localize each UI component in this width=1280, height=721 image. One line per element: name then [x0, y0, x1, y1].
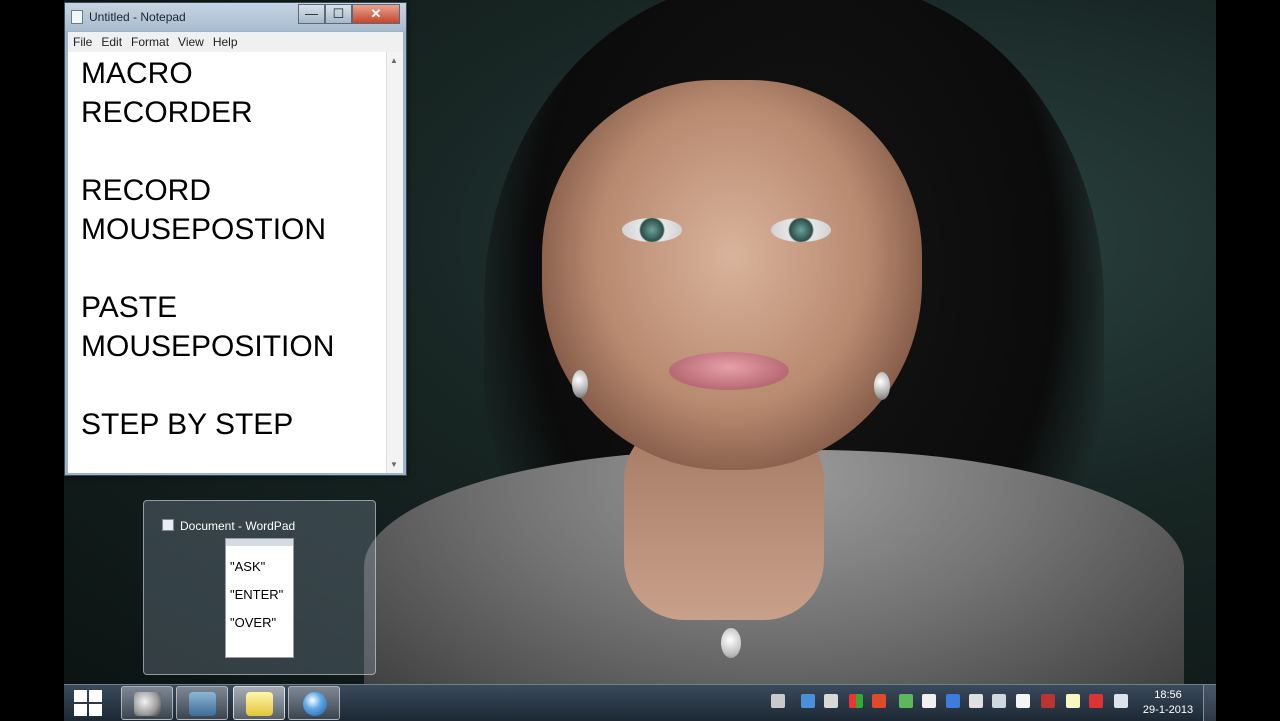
wallpaper-pendant: [721, 628, 741, 658]
tool-tray-icon[interactable]: [1041, 694, 1055, 708]
preview-line: "ENTER": [230, 587, 284, 602]
maximize-button[interactable]: ☐: [325, 4, 352, 24]
windows-logo-pane: [74, 704, 87, 716]
start-button[interactable]: [74, 690, 104, 718]
wallpaper-left-eye: [622, 218, 682, 242]
text-line: MOUSEPOSITION: [81, 330, 335, 363]
vertical-scrollbar[interactable]: ▲ ▼: [386, 52, 403, 473]
windows-explorer-icon: [189, 692, 216, 716]
menu-format[interactable]: Format: [126, 32, 173, 49]
notepad-text-area[interactable]: MACRO RECORDER RECORD MOUSEPOSTION PASTE…: [68, 52, 403, 473]
wordpad-preview-lines: "ASK" "ENTER" "OVER": [230, 553, 283, 637]
windows-logo-pane: [89, 704, 102, 716]
wordpad-preview-document: "ASK" "ENTER" "OVER": [225, 538, 294, 658]
masks-icon: [134, 692, 161, 716]
text-line: MACRO: [81, 57, 193, 90]
notepad-content: MACRO RECORDER RECORD MOUSEPOSTION PASTE…: [81, 54, 381, 444]
notepad-wordpad-icon: [246, 692, 273, 716]
minimize-button[interactable]: —: [298, 4, 325, 24]
text-line: [81, 249, 381, 288]
wallpaper-right-eye: [771, 218, 831, 242]
menu-file[interactable]: File: [68, 32, 96, 49]
notepad-window[interactable]: Untitled - Notepad — ☐ ✕ File Edit Format V…: [64, 2, 407, 476]
bluetooth-tray-icon[interactable]: [946, 694, 960, 708]
wallpaper-left-earring: [572, 370, 588, 398]
wordpad-preview-toolbar: [226, 539, 293, 546]
text-line: [81, 366, 381, 405]
app-tray-icon[interactable]: [849, 694, 863, 708]
left-letterbox: [0, 0, 64, 720]
wallpaper-right-earring: [874, 372, 890, 400]
show-desktop-button[interactable]: [1203, 685, 1216, 721]
right-letterbox: [1216, 0, 1280, 720]
status-tray-icon[interactable]: [899, 694, 913, 708]
flag-tray-icon[interactable]: [922, 694, 936, 708]
text-line: RECORD: [81, 174, 212, 207]
network-tray-icon[interactable]: [801, 694, 815, 708]
windows-logo-pane: [74, 690, 87, 702]
monitor-tray-icon[interactable]: [992, 694, 1006, 708]
wordpad-preview-title: Document - WordPad: [180, 519, 296, 533]
taskbar-app-browser[interactable]: [288, 686, 340, 720]
wallpaper-face: [542, 80, 922, 470]
volume-warning-tray-icon[interactable]: [872, 694, 886, 708]
taskbar-app-notepad-wordpad[interactable]: [233, 686, 285, 720]
wallpaper-lips: [669, 352, 789, 390]
taskbar: 18:56 29-1-2013: [64, 684, 1216, 721]
preview-line: "ASK": [230, 559, 266, 574]
scroll-down-icon[interactable]: ▼: [390, 460, 398, 469]
clipboard-tray-icon[interactable]: [824, 694, 838, 708]
windows-logo-pane: [89, 690, 102, 702]
notepad-menubar: File Edit Format View Help: [68, 32, 403, 52]
clock-date: 29-1-2013: [1142, 704, 1194, 716]
globe-icon: [303, 692, 327, 716]
text-line: MOUSEPOSTION: [81, 213, 327, 246]
notepad-titlebar[interactable]: Untitled - Notepad — ☐ ✕: [65, 3, 406, 31]
preview-line: "OVER": [230, 615, 277, 630]
wordpad-thumbnail-preview[interactable]: Document - WordPad "ASK" "ENTER" "OVER": [143, 500, 376, 675]
notes-tray-icon[interactable]: [1066, 694, 1080, 708]
close-button[interactable]: ✕: [352, 4, 400, 24]
notepad-title: Untitled - Notepad: [89, 10, 186, 24]
screen-tray-icon[interactable]: [1016, 694, 1030, 708]
menu-edit[interactable]: Edit: [96, 32, 126, 49]
scroll-up-icon[interactable]: ▲: [390, 56, 398, 65]
text-line: PASTE: [81, 291, 178, 324]
clock-time: 18:56: [1154, 689, 1182, 701]
taskbar-app-masks[interactable]: [121, 686, 173, 720]
keyboard-tray-icon[interactable]: [771, 694, 785, 708]
text-line: RECORDER: [81, 96, 253, 129]
taskbar-app-explorer[interactable]: [176, 686, 228, 720]
action-center-tray-icon[interactable]: [1089, 694, 1103, 708]
text-line: STEP BY STEP: [81, 408, 294, 441]
menu-help[interactable]: Help: [208, 32, 242, 49]
system-clock[interactable]: 18:56 29-1-2013: [1136, 688, 1200, 718]
display-tray-icon[interactable]: [969, 694, 983, 708]
text-line: [81, 132, 381, 171]
menu-view[interactable]: View: [173, 32, 208, 49]
wordpad-icon: [162, 519, 174, 531]
speaker-icon[interactable]: [1114, 694, 1128, 708]
notepad-icon: [71, 10, 83, 24]
